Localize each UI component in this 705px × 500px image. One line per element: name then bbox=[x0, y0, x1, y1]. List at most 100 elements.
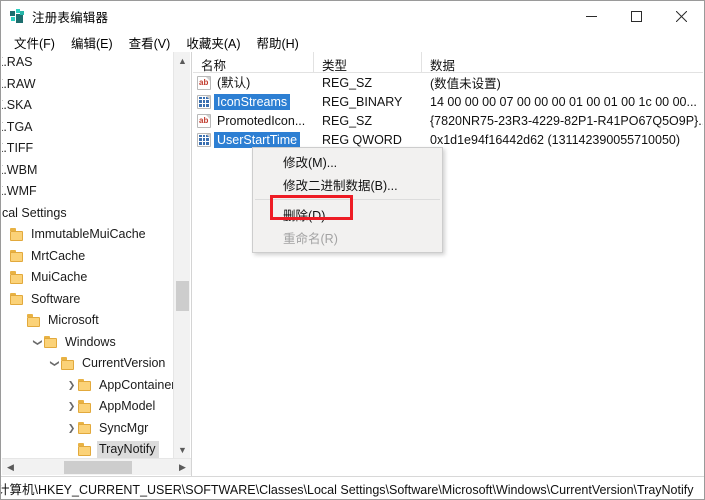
tree-node-muicache[interactable]: MuiCache bbox=[2, 267, 174, 289]
tree-node-appcontainer[interactable]: ❯ AppContainer bbox=[2, 375, 174, 397]
chevron-right-icon[interactable]: ❯ bbox=[65, 422, 78, 435]
tree-vscroll-thumb[interactable] bbox=[176, 281, 189, 312]
folder-icon bbox=[10, 292, 25, 306]
registry-tree[interactable]: K.RAS K.RAW K.SKA K.TGA K.TIFF K.WBM K.WMF ocal… bbox=[2, 52, 174, 458]
value-type: REG_SZ bbox=[322, 113, 373, 128]
tree-node-mrtcache[interactable]: MrtCache bbox=[2, 246, 174, 268]
window-title: 注册表编辑器 bbox=[32, 11, 109, 25]
close-button[interactable] bbox=[659, 1, 704, 32]
menu-file[interactable]: 文件(F) bbox=[7, 31, 64, 54]
value-name: PromotedIcon... bbox=[217, 113, 306, 128]
folder-icon bbox=[10, 249, 25, 263]
tree-node-label: K.RAW bbox=[2, 76, 36, 91]
tree-node-label: ImmutableMuiCache bbox=[31, 227, 146, 242]
tree-node-currentversion[interactable]: ❯ CurrentVersion bbox=[2, 353, 174, 375]
folder-icon bbox=[10, 228, 25, 241]
tree-node-label: K.WBM bbox=[2, 162, 38, 177]
folder-icon bbox=[78, 421, 93, 435]
tree-node-traynotify[interactable]: TrayNotify bbox=[2, 439, 174, 458]
value-name-cell: ab (默认) bbox=[193, 75, 314, 91]
folder-icon bbox=[27, 314, 42, 327]
tree-node-label: Software bbox=[31, 291, 81, 306]
tree-node-label: K.WMF bbox=[2, 184, 37, 199]
tree-node-k-raw[interactable]: K.RAW bbox=[2, 74, 174, 96]
value-name: (默认) bbox=[217, 75, 251, 90]
title-bar: 注册表编辑器 bbox=[1, 1, 704, 32]
value-name: UserStartTime bbox=[214, 131, 301, 148]
folder-icon bbox=[78, 378, 93, 392]
context-menu-item-modify-binary[interactable]: 修改二进制数据(B)... bbox=[253, 173, 442, 196]
content-panes: K.RAS K.RAW K.SKA K.TGA K.TIFF K.WBM K.WMF ocal… bbox=[2, 52, 703, 476]
tree-node-label: K.SKA bbox=[2, 98, 32, 113]
tree-node-label: K.TIFF bbox=[2, 141, 34, 156]
value-name-cell: ab PromotedIcon... bbox=[193, 113, 314, 129]
tree-node-microsoft[interactable]: Microsoft bbox=[2, 310, 174, 332]
table-row[interactable]: IconStreams REG_BINARY 14 00 00 00 07 00 0… bbox=[193, 92, 703, 111]
value-type: REG_BINARY bbox=[322, 94, 403, 109]
tree-node-label: TrayNotify bbox=[97, 441, 159, 458]
folder-icon bbox=[78, 400, 93, 413]
value-data: {7820NR75-23R3-4229-82P1-R41PO67Q5O9P}..… bbox=[430, 113, 703, 128]
menu-favorites[interactable]: 收藏夹(A) bbox=[179, 31, 249, 54]
tree-node-syncmgr[interactable]: ❯ SyncMgr bbox=[2, 418, 174, 440]
value-name: IconStreams bbox=[214, 93, 291, 110]
folder-icon bbox=[44, 335, 59, 349]
tree-node-k-wbm[interactable]: K.WBM bbox=[2, 160, 174, 182]
binary-value-icon bbox=[197, 94, 211, 109]
scroll-up-icon[interactable]: ▲ bbox=[174, 52, 191, 69]
tree-node-appmodel[interactable]: ❯ AppModel bbox=[2, 396, 174, 418]
scroll-right-icon[interactable]: ▶ bbox=[174, 459, 191, 476]
chevron-right-icon[interactable]: ❯ bbox=[65, 400, 78, 413]
tree-node-label: AppContainer bbox=[99, 377, 174, 392]
context-menu: 修改(M)... 修改二进制数据(B)... 删除(D) 重命名(R) bbox=[252, 147, 443, 253]
menu-view[interactable]: 查看(V) bbox=[122, 31, 180, 54]
tree-node-software[interactable]: Software bbox=[2, 289, 174, 311]
context-menu-item-modify[interactable]: 修改(M)... bbox=[253, 150, 442, 173]
string-value-icon: ab bbox=[197, 75, 211, 90]
tree-node-label: K.TGA bbox=[2, 119, 33, 134]
folder-icon bbox=[61, 357, 76, 370]
status-bar: 计算机\HKEY_CURRENT_USER\SOFTWARE\Classes\L… bbox=[1, 476, 704, 499]
binary-value-icon bbox=[197, 132, 211, 147]
tree-node-k-tiff[interactable]: K.TIFF bbox=[2, 138, 174, 160]
value-data: (数值未设置) bbox=[430, 77, 501, 91]
tree-vertical-scrollbar[interactable]: ▲ ▼ bbox=[173, 52, 190, 458]
scroll-down-icon[interactable]: ▼ bbox=[174, 441, 191, 458]
table-row[interactable]: ab (默认) REG_SZ (数值未设置) bbox=[193, 73, 703, 92]
tree-node-label: MuiCache bbox=[31, 270, 88, 285]
scroll-left-icon[interactable]: ◀ bbox=[2, 459, 19, 476]
values-list-header: 名称 类型 数据 bbox=[193, 52, 703, 73]
registry-tree-pane: K.RAS K.RAW K.SKA K.TGA K.TIFF K.WBM K.WMF ocal… bbox=[2, 52, 192, 476]
tree-node-k-tga[interactable]: K.TGA bbox=[2, 117, 174, 139]
tree-node-windows[interactable]: ❯ Windows bbox=[2, 332, 174, 354]
column-header-type[interactable]: 类型 bbox=[314, 52, 422, 73]
folder-icon bbox=[78, 443, 93, 456]
tree-node-label: ocal Settings bbox=[2, 205, 67, 220]
menu-help[interactable]: 帮助(H) bbox=[249, 31, 307, 54]
value-type: REG QWORD bbox=[322, 132, 402, 147]
tree-node-immutablemuicache[interactable]: ImmutableMuiCache bbox=[2, 224, 174, 246]
chevron-right-icon[interactable]: ❯ bbox=[65, 379, 78, 392]
context-menu-item-delete[interactable]: 删除(D) bbox=[253, 203, 442, 226]
maximize-button[interactable] bbox=[614, 1, 659, 32]
menu-edit[interactable]: 编辑(E) bbox=[64, 31, 122, 54]
column-header-name[interactable]: 名称 bbox=[193, 52, 314, 73]
minimize-button[interactable] bbox=[569, 1, 614, 32]
menu-bar: 文件(F) 编辑(E) 查看(V) 收藏夹(A) 帮助(H) bbox=[1, 32, 704, 52]
folder-icon bbox=[10, 271, 25, 284]
tree-node-label: Windows bbox=[65, 334, 116, 349]
tree-node-label: AppModel bbox=[99, 399, 156, 414]
tree-node-ocal-settings[interactable]: ocal Settings bbox=[2, 203, 174, 225]
tree-node-k-ska[interactable]: K.SKA bbox=[2, 95, 174, 117]
value-data: 14 00 00 00 07 00 00 00 01 00 01 00 1c 0… bbox=[430, 94, 697, 109]
tree-node-label: Microsoft bbox=[48, 313, 99, 328]
tree-node-k-wmf[interactable]: K.WMF bbox=[2, 181, 174, 203]
chevron-down-icon[interactable]: ❯ bbox=[31, 336, 44, 349]
registry-editor-window: { 2 5 注册表编辑器 文件(F) 编辑(E) 查看(V) bbox=[0, 0, 705, 500]
column-header-data[interactable]: 数据 bbox=[422, 52, 703, 73]
table-row[interactable]: ab PromotedIcon... REG_SZ {7820NR75-23R3-42… bbox=[193, 111, 703, 130]
tree-node-k-ras[interactable]: K.RAS bbox=[2, 52, 174, 74]
tree-horizontal-scrollbar[interactable]: ◀ ▶ bbox=[2, 458, 191, 475]
chevron-down-icon[interactable]: ❯ bbox=[48, 357, 61, 370]
tree-hscroll-thumb[interactable] bbox=[64, 461, 132, 474]
